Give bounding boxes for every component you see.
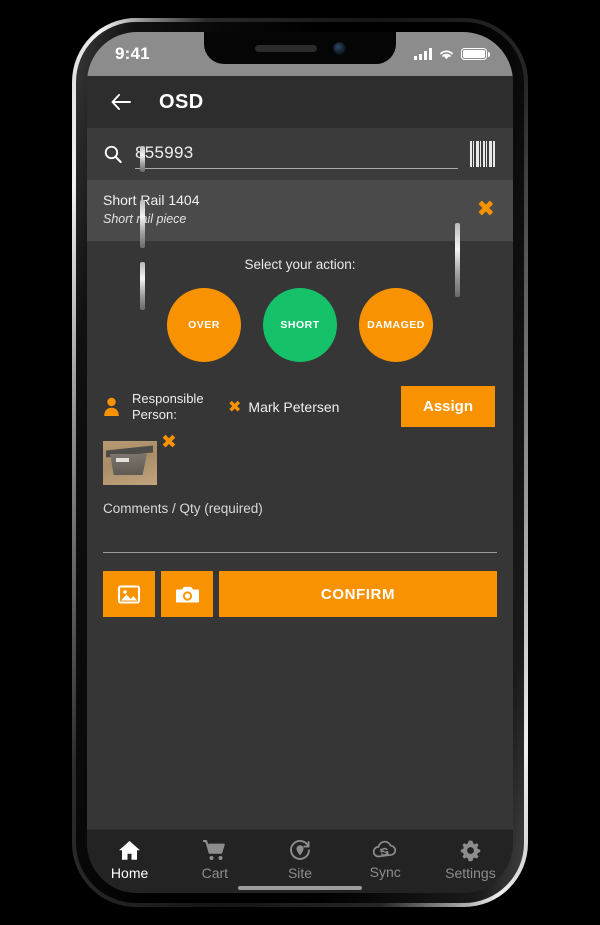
assignee-chip[interactable]: ✖ Mark Petersen	[228, 398, 389, 415]
cart-icon	[202, 840, 225, 860]
selected-item-row: Short Rail 1404 Short rail piece ✖	[87, 180, 513, 241]
cellular-signal-icon	[414, 48, 432, 60]
volume-down-button[interactable]	[140, 262, 145, 310]
camera-icon	[175, 586, 199, 602]
power-button[interactable]	[455, 223, 460, 297]
site-pin-icon	[290, 840, 310, 860]
comments-field[interactable]: Comments / Qty (required)	[87, 485, 513, 553]
gear-icon	[460, 840, 481, 862]
status-time: 9:41	[115, 44, 150, 63]
device-notch	[204, 32, 396, 64]
action-option-over[interactable]: OVER	[167, 288, 241, 362]
battery-full-icon	[461, 47, 490, 61]
home-indicator[interactable]	[238, 886, 362, 890]
image-gallery-icon	[117, 584, 141, 604]
assign-button[interactable]: Assign	[400, 386, 495, 427]
select-action-label: Select your action:	[244, 257, 356, 272]
nav-item-home[interactable]: Home	[87, 830, 172, 893]
action-option-short-label: SHORT	[280, 319, 320, 331]
action-option-damaged-label: DAMAGED	[367, 319, 425, 331]
action-option-damaged[interactable]: DAMAGED	[359, 288, 433, 362]
assignee-name: Mark Petersen	[248, 398, 340, 415]
nav-label-home: Home	[110, 865, 149, 881]
remove-photo-icon[interactable]: ✖	[161, 431, 177, 453]
home-icon	[119, 841, 141, 860]
confirm-button[interactable]: CONFIRM	[219, 571, 497, 617]
nav-item-site[interactable]: Site	[257, 830, 342, 893]
person-icon	[104, 397, 119, 416]
item-description: Short rail piece	[103, 212, 187, 226]
app-header: OSD	[87, 76, 513, 128]
item-name: Short Rail 1404	[103, 192, 200, 208]
action-bar: CONFIRM	[87, 553, 513, 617]
thumbnail-box-label	[116, 458, 129, 462]
attachments-area: ✖	[87, 427, 513, 485]
front-camera-icon	[332, 41, 346, 55]
wifi-icon	[440, 50, 453, 59]
action-option-over-label: OVER	[188, 319, 220, 331]
back-arrow-icon[interactable]	[109, 90, 133, 114]
nav-label-settings: Settings	[445, 865, 496, 881]
attachment-item: ✖	[103, 431, 177, 485]
photo-thumbnail[interactable]	[103, 441, 157, 485]
nav-label-site: Site	[287, 865, 313, 881]
responsible-person-label: Responsible Person:	[132, 390, 204, 422]
volume-up-button[interactable]	[140, 200, 145, 248]
barcode-scanner-icon[interactable]	[469, 141, 495, 167]
action-options: OVER SHORT DAMAGED	[87, 276, 513, 382]
earpiece-speaker	[254, 44, 317, 52]
gallery-button[interactable]	[103, 571, 155, 617]
status-icons	[414, 47, 490, 61]
page-title: OSD	[159, 90, 204, 113]
comments-placeholder: Comments / Qty (required)	[103, 501, 263, 516]
main-content: Select your action: OVER SHORT DAMAGED R…	[87, 241, 513, 623]
nav-item-sync[interactable]: Sync	[343, 830, 428, 893]
nav-label-sync: Sync	[369, 864, 401, 880]
search-bar: 855993	[87, 128, 513, 180]
remove-assignee-icon[interactable]: ✖	[228, 398, 241, 415]
phone-screen: 9:41 OSD 855993 Short Rail 1404 Short pi…	[87, 32, 513, 893]
nav-item-settings[interactable]: Settings	[428, 830, 513, 893]
selected-item-text: Short Rail 1404 Short rail piece	[103, 191, 200, 228]
search-icon[interactable]	[103, 144, 123, 164]
search-input[interactable]: 855993	[135, 143, 458, 169]
bottom-navigation: Home Cart Site Sync Settings	[87, 829, 513, 893]
responsible-person-row: Responsible Person: ✖ Mark Petersen Assi…	[87, 382, 513, 427]
action-option-short[interactable]: SHORT	[263, 288, 337, 362]
nav-label-cart: Cart	[201, 865, 229, 881]
remove-item-icon[interactable]: ✖	[477, 198, 495, 221]
cloud-sync-icon	[373, 840, 397, 858]
phone-device-frame: 9:41 OSD 855993 Short Rail 1404 Short pi…	[72, 18, 528, 907]
nav-item-cart[interactable]: Cart	[172, 830, 257, 893]
silent-switch[interactable]	[140, 146, 145, 172]
camera-button[interactable]	[161, 571, 213, 617]
